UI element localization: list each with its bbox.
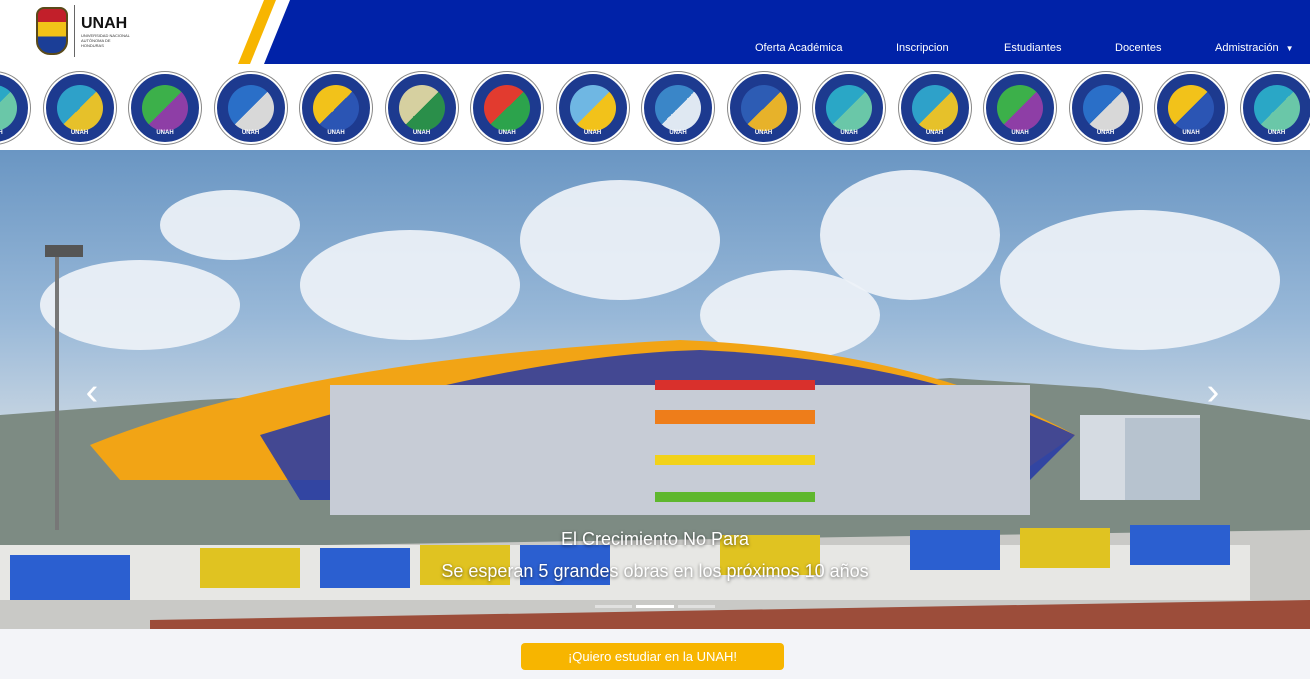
faculty-emblem-icon (1253, 85, 1300, 131)
faculty-badge-label: UNAH (412, 130, 431, 136)
faculty-badge[interactable]: UNAH (387, 74, 456, 142)
faculty-badge[interactable]: UNAH (1242, 74, 1310, 142)
faculty-emblem-icon (1168, 85, 1214, 131)
faculty-emblem-icon (227, 85, 274, 131)
hero-title: El Crecimiento No Para (560, 529, 750, 549)
faculty-badge[interactable]: UNAH (1157, 74, 1225, 142)
faculty-emblem-icon (313, 85, 359, 131)
faculty-emblem-icon (826, 85, 872, 131)
caret-down-icon: ▼ (1285, 44, 1294, 53)
nav-estudiantes[interactable]: Estudiantes (1004, 42, 1061, 54)
faculty-badge[interactable]: UNAH (1071, 74, 1140, 142)
faculty-badge[interactable]: UNAH (729, 74, 798, 142)
hero-subtitle: Se esperan 5 grandes obras en los próxim… (441, 561, 869, 581)
nav-administracion-label: Admistración (1215, 42, 1279, 54)
faculty-badge[interactable]: UNAH (558, 74, 627, 142)
faculties-carousel: UNAH UNAH UNAH UNAH UNAH UNAH UNAH UNAH UNAH UNAH… (0, 64, 1310, 150)
chevron-right-icon[interactable]: › (1198, 372, 1228, 412)
nav-oferta-academica[interactable]: Oferta Académica (755, 42, 842, 54)
faculty-badge-label: UNAH (1096, 130, 1115, 136)
faculty-badge[interactable]: UNAH (986, 74, 1054, 142)
nav-administracion[interactable]: Admistración ▼ (1215, 42, 1294, 54)
faculty-badge[interactable]: UNAH (644, 74, 712, 142)
faculty-badge-label: UNAH (925, 130, 944, 136)
faculty-badge-label: UNAH (583, 130, 602, 136)
faculty-badge[interactable]: UNAH (216, 74, 285, 142)
faculty-badge-label: UNAH (1182, 130, 1200, 136)
logo-name: UNAH (81, 14, 128, 32)
nav-inscripcion[interactable]: Inscripcion (896, 42, 949, 54)
faculty-badge-label: UNAH (0, 130, 3, 136)
faculty-badge[interactable]: UNAH (131, 74, 199, 142)
faculty-badge-label: UNAH (70, 130, 89, 136)
faculty-emblem-icon (0, 85, 17, 131)
faculty-emblem-icon (997, 85, 1043, 131)
slider-indicators (595, 605, 715, 609)
faculty-emblem-icon (740, 85, 787, 131)
hero-slider[interactable]: ‹ › El Crecimiento No Para Se esperan 5 … (0, 150, 1310, 629)
faculty-badge-label: UNAH (1011, 130, 1029, 136)
faculty-badge[interactable]: UNAH (302, 74, 370, 142)
faculty-emblem-icon (398, 85, 445, 131)
faculty-emblem-icon (655, 85, 701, 131)
faculty-badge-label: UNAH (156, 130, 174, 136)
faculty-badge-label: UNAH (669, 130, 687, 136)
faculty-badge-label: UNAH (1267, 130, 1286, 136)
faculty-emblem-icon (484, 85, 530, 131)
faculty-emblem-icon (56, 85, 103, 131)
faculty-badge-label: UNAH (327, 130, 345, 136)
faculty-badge-label: UNAH (241, 130, 260, 136)
nav-docentes[interactable]: Docentes (1115, 42, 1161, 54)
faculty-emblem-icon (142, 85, 188, 131)
faculty-badge-label: UNAH (754, 130, 773, 136)
site-header: UNAH UNIVERSIDAD NACIONAL AUTÓNOMA DE HO… (0, 0, 1310, 64)
faculty-badge[interactable]: UNAH (0, 74, 28, 142)
faculty-badge-label: UNAH (840, 130, 858, 136)
faculty-badge[interactable]: UNAH (45, 74, 114, 142)
slide-indicator[interactable] (595, 605, 633, 608)
faculty-emblem-icon (569, 85, 616, 131)
main-nav: Oferta Académica Inscripcion Estudiantes… (0, 38, 1310, 58)
stadium-image (0, 245, 1310, 629)
chevron-left-icon[interactable]: ‹ (77, 372, 107, 412)
faculty-emblem-icon (911, 85, 958, 131)
faculty-badge[interactable]: UNAH (815, 74, 883, 142)
slide-indicator[interactable] (677, 605, 715, 608)
faculty-badge-label: UNAH (498, 130, 516, 136)
apply-button[interactable]: ¡Quiero estudiar en la UNAH! (521, 643, 784, 670)
faculty-emblem-icon (1082, 85, 1129, 131)
faculty-badge[interactable]: UNAH (473, 74, 541, 142)
slide-indicator[interactable] (636, 605, 674, 608)
faculty-badge[interactable]: UNAH (900, 74, 969, 142)
